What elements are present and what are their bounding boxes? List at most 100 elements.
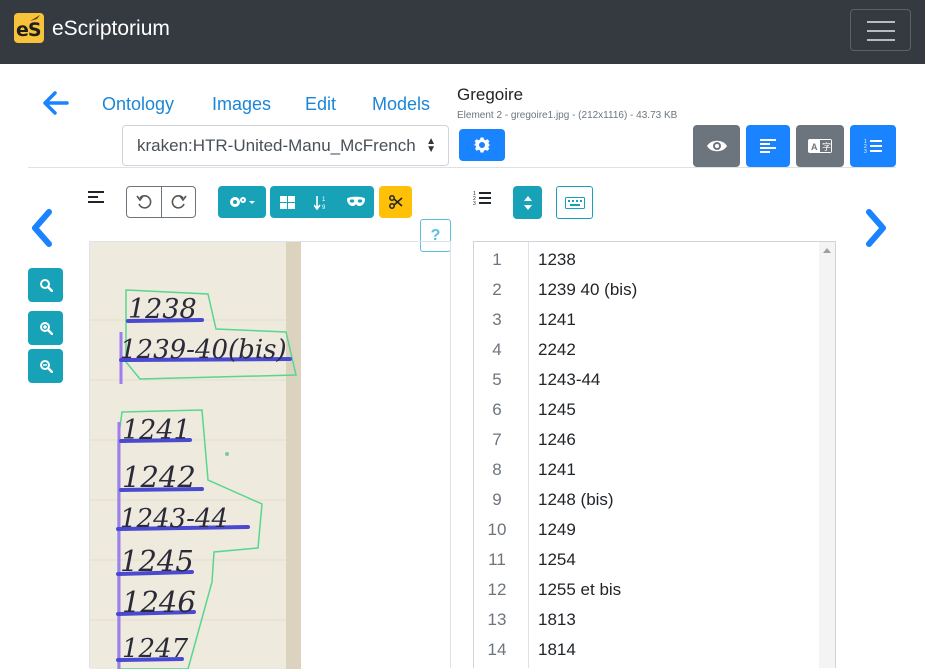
- tab-models[interactable]: Models: [372, 94, 430, 115]
- translate-icon: A 字: [808, 139, 832, 153]
- transcription-panel-button[interactable]: 1 2 3: [850, 125, 896, 167]
- handwritten-line: 1239-40(bis): [120, 335, 287, 365]
- handwritten-line: 1238: [128, 294, 197, 325]
- transcription-line[interactable]: 11 1254: [474, 544, 814, 574]
- tab-edit[interactable]: Edit: [305, 94, 336, 115]
- mask-button[interactable]: [338, 186, 374, 218]
- line-number: 8: [492, 460, 502, 479]
- line-text[interactable]: 1254: [538, 550, 576, 570]
- zoom-reset-button[interactable]: [28, 268, 63, 302]
- line-text[interactable]: 1248 (bis): [538, 490, 614, 510]
- transcription-line[interactable]: 8 1241: [474, 454, 814, 484]
- brand-name[interactable]: eScriptorium: [52, 17, 170, 41]
- zoom-in-icon: [39, 322, 53, 335]
- tab-ontology[interactable]: Ontology: [102, 94, 174, 115]
- arrow-left-icon[interactable]: [41, 88, 71, 118]
- line-text[interactable]: 1238: [538, 250, 576, 270]
- segmentation-panel[interactable]: 1238 1239-40(bis) 1241 1242 1243-44 1245…: [89, 241, 451, 669]
- brand-logo[interactable]: eS: [14, 13, 44, 43]
- model-settings-button[interactable]: [459, 129, 505, 161]
- transcription-panel[interactable]: 1 1238 2 1239 40 (bis) 3 1241 4 2242 5 1243-44 6 12…: [473, 241, 836, 668]
- line-text[interactable]: 1255 et bis: [538, 580, 621, 600]
- line-number: 6: [492, 400, 502, 419]
- zoom-out-button[interactable]: [28, 349, 63, 383]
- line-number: 7: [492, 430, 502, 449]
- transcription-line[interactable]: 7 1246: [474, 424, 814, 454]
- select-caret-icon: ▲ ▼: [426, 136, 436, 155]
- mask-icon: [347, 196, 365, 207]
- scissors-icon: [388, 195, 403, 209]
- transcription-line[interactable]: 1 1238: [474, 244, 814, 274]
- transcription-line[interactable]: 14 1814: [474, 634, 814, 664]
- line-text[interactable]: 1814: [538, 640, 576, 660]
- toggle-visibility-button[interactable]: [693, 125, 740, 167]
- tab-images[interactable]: Images: [212, 94, 271, 115]
- document-subtitle: Element 2 - gregoire1.jpg - (212x1116) -…: [457, 110, 678, 121]
- svg-text:字: 字: [822, 141, 831, 152]
- sort-lines-button[interactable]: [513, 186, 542, 219]
- line-number: 3: [492, 310, 502, 329]
- transcription-line[interactable]: 5 1243-44: [474, 364, 814, 394]
- regions-button[interactable]: [270, 186, 304, 218]
- segmentation-tools-group: 1 9: [270, 186, 374, 218]
- line-text[interactable]: 1813: [538, 610, 576, 630]
- svg-text:1: 1: [322, 197, 326, 203]
- undo-icon[interactable]: [136, 194, 152, 210]
- transcription-line[interactable]: 13 1813: [474, 604, 814, 634]
- reorder-button[interactable]: 1 9: [304, 186, 338, 218]
- grid-icon: [279, 195, 295, 209]
- transcription-line[interactable]: 12 1255 et bis: [474, 574, 814, 604]
- line-text[interactable]: 1241: [538, 460, 576, 480]
- chevron-left-icon[interactable]: [28, 208, 56, 248]
- translation-panel-button[interactable]: A 字: [796, 125, 844, 167]
- line-text[interactable]: 1241: [538, 310, 576, 330]
- header-divider: [28, 167, 896, 168]
- annotation-dot: [225, 452, 229, 456]
- line-text[interactable]: 1249: [538, 520, 576, 540]
- line-text[interactable]: 1239 40 (bis): [538, 280, 637, 300]
- keyboard-icon: [564, 196, 585, 209]
- cut-button[interactable]: [379, 186, 412, 218]
- list-ordered-icon: 1 2 3: [473, 191, 491, 206]
- redo-icon[interactable]: [171, 194, 187, 210]
- transcription-line[interactable]: 3 1241: [474, 304, 814, 334]
- line-number: 4: [492, 340, 502, 359]
- line-text[interactable]: 1246: [538, 430, 576, 450]
- transcription-line[interactable]: 2 1239 40 (bis): [474, 274, 814, 304]
- transcription-line[interactable]: 4 2242: [474, 334, 814, 364]
- zoom-in-button[interactable]: [28, 311, 63, 345]
- model-select-value: kraken:HTR-United-Manu_McFrench: [137, 136, 416, 155]
- line-number: 11: [488, 550, 506, 569]
- sort-icon: 1 9: [314, 195, 326, 210]
- virtual-keyboard-button[interactable]: [556, 186, 593, 219]
- line-text[interactable]: 2242: [538, 340, 576, 360]
- line-number: 14: [487, 640, 507, 659]
- manuscript-scan[interactable]: 1238 1239-40(bis) 1241 1242 1243-44 1245…: [90, 242, 301, 669]
- model-select[interactable]: kraken:HTR-United-Manu_McFrench ▲ ▼: [122, 125, 449, 166]
- scroll-up-icon[interactable]: [823, 248, 831, 253]
- transcription-line[interactable]: 6 1245: [474, 394, 814, 424]
- line-number: 5: [492, 370, 502, 389]
- svg-text:3: 3: [473, 201, 476, 206]
- gear-icon: [473, 137, 491, 153]
- vertical-scrollbar[interactable]: [819, 242, 835, 668]
- handwritten-line: 1247: [122, 634, 189, 664]
- navbar-toggle-button[interactable]: [850, 9, 911, 51]
- text-region[interactable]: [117, 409, 263, 669]
- align-left-icon: [88, 191, 104, 203]
- line-number: 1: [492, 250, 502, 269]
- hamburger-icon: [867, 21, 895, 23]
- scan-canvas[interactable]: 1238 1239-40(bis) 1241 1242 1243-44 1245…: [90, 242, 301, 669]
- page-edge: [286, 242, 301, 669]
- line-number: 13: [487, 610, 507, 629]
- handwritten-line: 1243-44: [120, 504, 228, 534]
- chevron-right-icon[interactable]: [862, 208, 890, 248]
- search-icon: [39, 279, 53, 292]
- segmentation-panel-button[interactable]: [746, 125, 790, 167]
- zoom-out-icon: [39, 360, 53, 373]
- transcription-line[interactable]: 9 1248 (bis): [474, 484, 814, 514]
- tools-dropdown-button[interactable]: [218, 186, 266, 218]
- line-text[interactable]: 1245: [538, 400, 576, 420]
- line-text[interactable]: 1243-44: [538, 370, 600, 390]
- transcription-line[interactable]: 10 1249: [474, 514, 814, 544]
